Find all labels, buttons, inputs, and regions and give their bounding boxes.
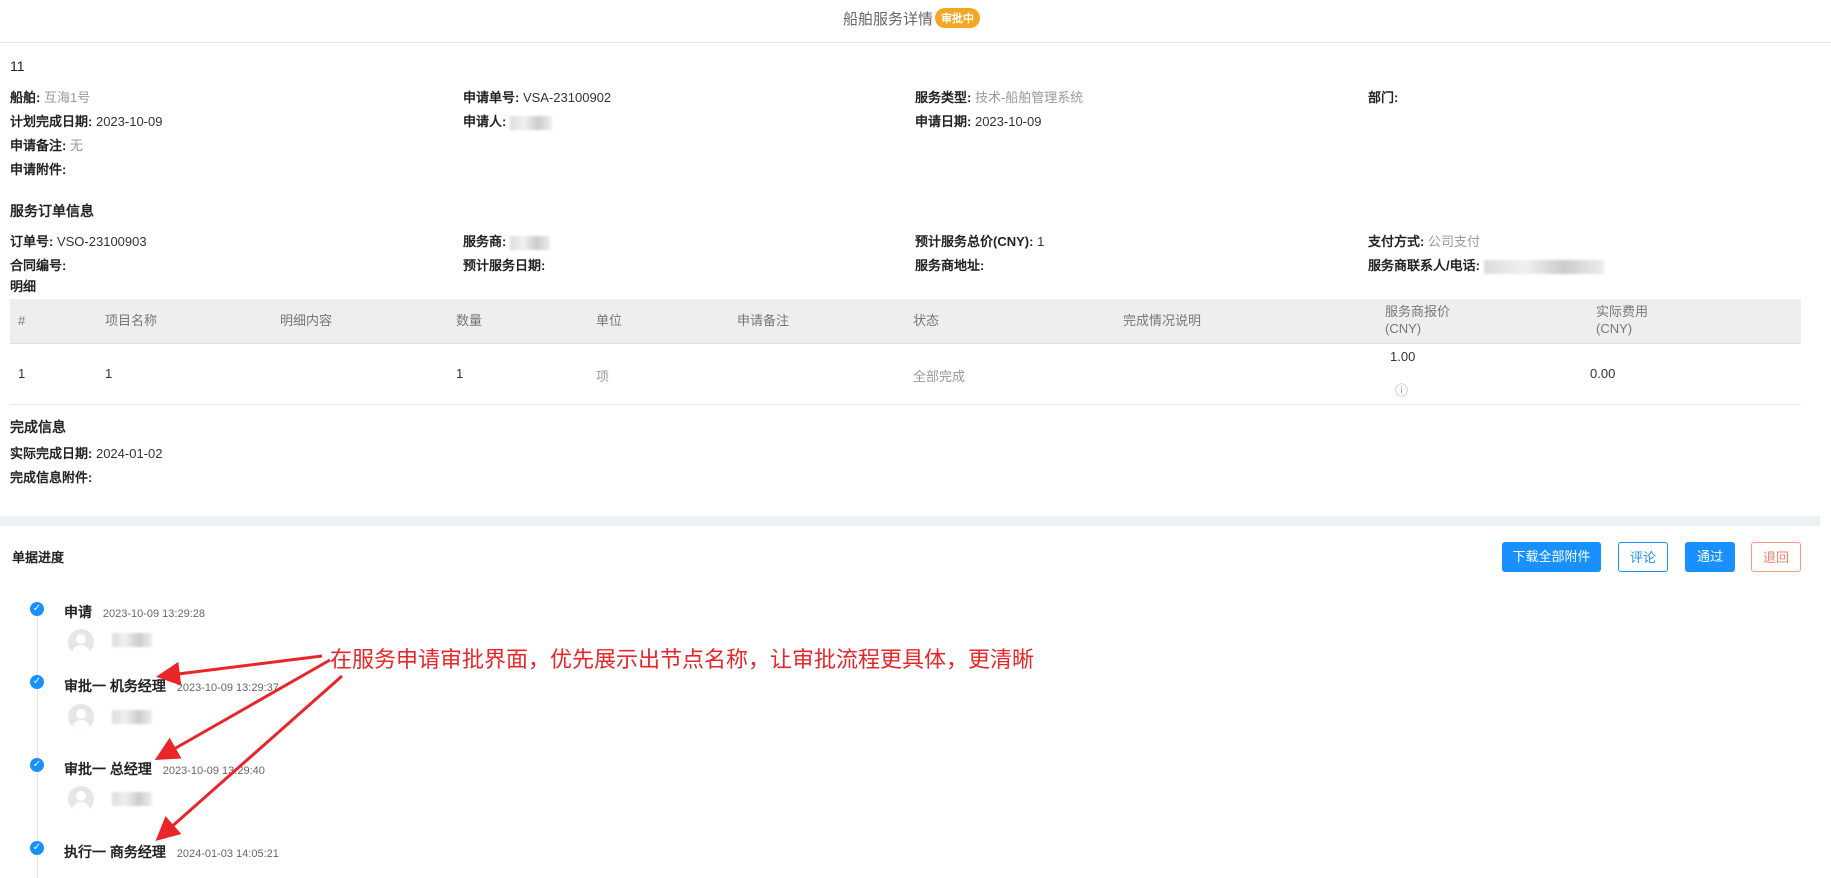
- arrow-to-node-2: [156, 654, 323, 686]
- annotation-arrows: [154, 654, 343, 841]
- arrow-to-node-4: [155, 674, 343, 841]
